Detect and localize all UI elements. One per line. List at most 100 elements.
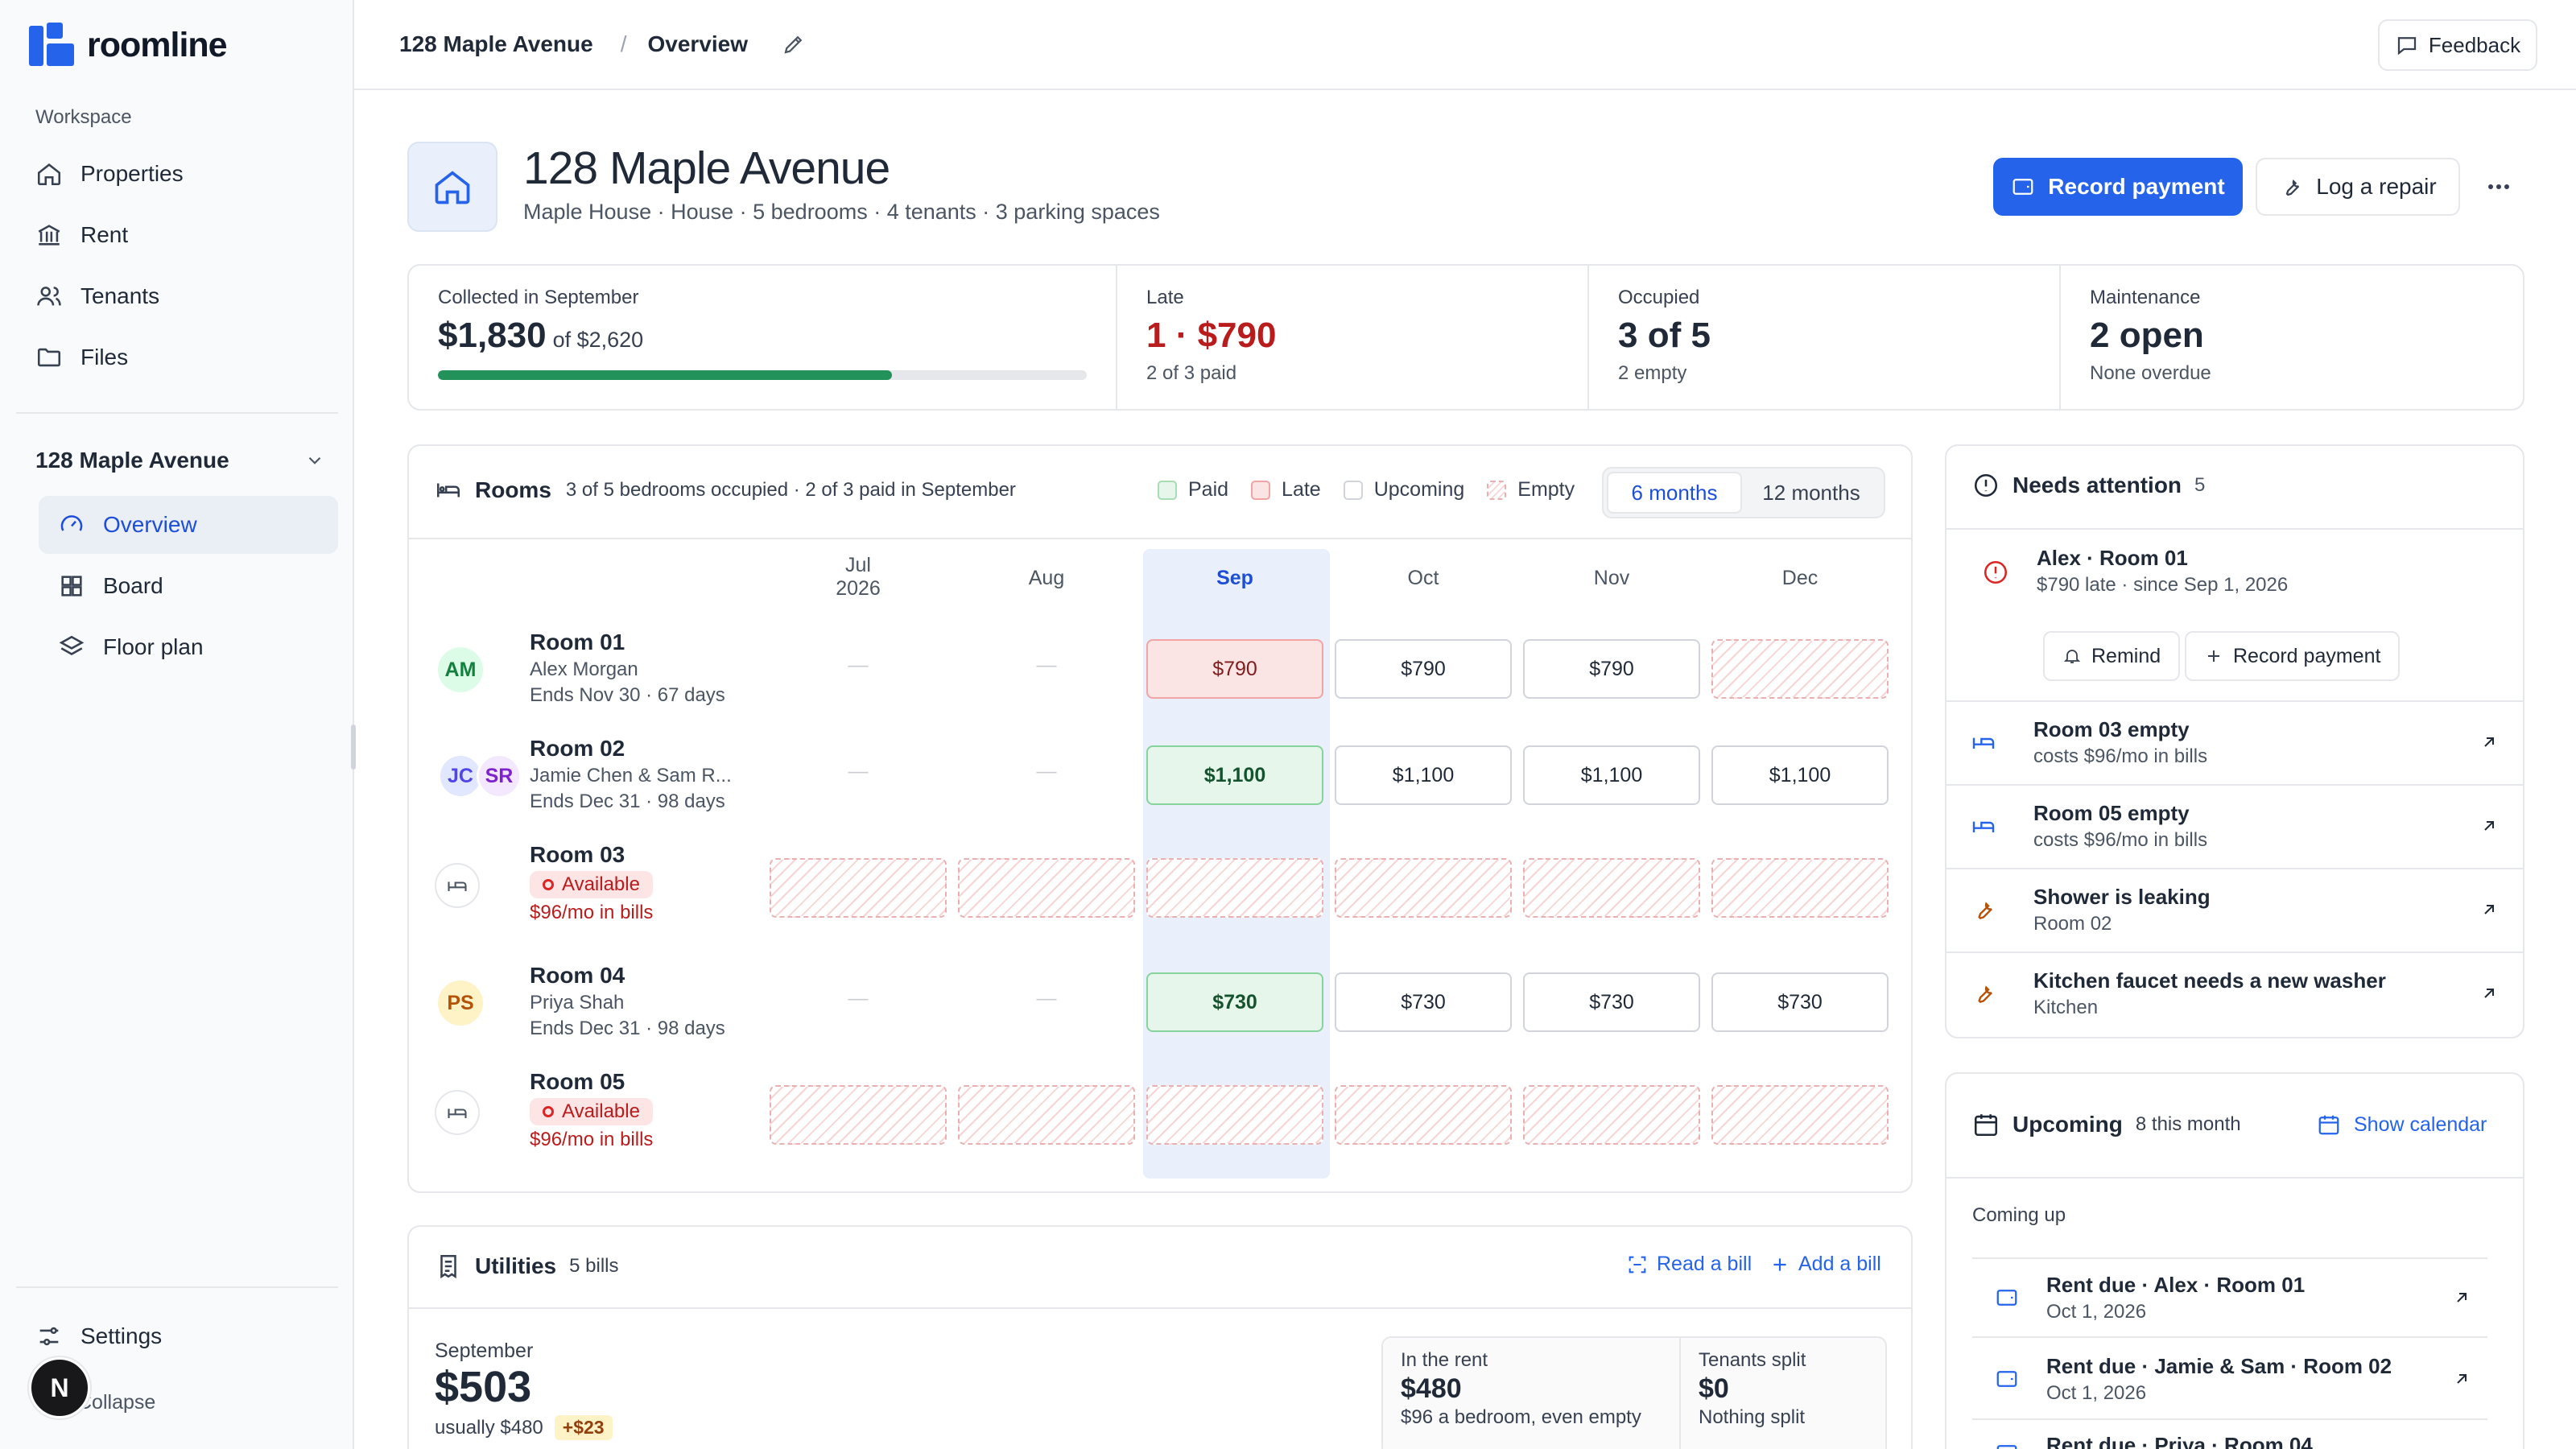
sidebar-item-tenants[interactable]: Tenants	[16, 267, 338, 325]
rent-cell-upcoming[interactable]: $1,100	[1335, 745, 1512, 805]
stats-card: Collected in September $1,830 of $2,620 …	[407, 264, 2524, 411]
usual-amount: usually $480	[435, 1416, 543, 1439]
coming-up-label: Coming up	[1972, 1204, 2066, 1226]
upcoming-item[interactable]: Rent due · Priya · Room 04	[1972, 1422, 2487, 1449]
late-rent-alert[interactable]: Alex · Room 01 $790 late · since Sep 1, …	[2037, 546, 2288, 597]
rent-cell-none: —	[1036, 760, 1057, 782]
breadcrumb-separator: /	[620, 31, 627, 56]
upcoming-item-title: Rent due · Priya · Room 04	[2046, 1433, 2313, 1449]
arrow-up-right-icon	[2457, 1293, 2467, 1302]
rent-cell-empty[interactable]	[1711, 639, 1889, 699]
log-repair-button[interactable]: Log a repair	[2256, 158, 2460, 216]
remind-label: Remind	[2091, 644, 2161, 667]
rent-cell-upcoming[interactable]: $1,100	[1711, 745, 1889, 805]
attention-sub: Kitchen	[2033, 996, 2099, 1018]
record-payment-button[interactable]: Record payment	[1993, 158, 2243, 216]
rent-cell-paid[interactable]: $730	[1146, 972, 1323, 1032]
rent-cell-upcoming[interactable]: $790	[1523, 639, 1700, 699]
rent-cell-upcoming[interactable]: $730	[1335, 972, 1512, 1032]
sidebar-divider	[16, 412, 338, 414]
property-switcher[interactable]: 128 Maple Avenue	[35, 448, 325, 473]
feedback-button[interactable]: Feedback	[2378, 19, 2537, 71]
rent-cell-paid[interactable]: $1,100	[1146, 745, 1323, 805]
sidebar-item-label: Properties	[80, 161, 184, 186]
wallet-icon	[1996, 1445, 2017, 1449]
arrow-up-right-icon	[2484, 989, 2494, 998]
bank-icon	[38, 225, 60, 246]
rent-cell-empty[interactable]	[770, 1085, 947, 1145]
room-info[interactable]: Room 02 Jamie Chen & Sam R... Ends Dec 3…	[530, 736, 732, 813]
read-bill-button[interactable]: Read a bill	[1626, 1253, 1752, 1276]
tenant-name: Jamie Chen & Sam R...	[530, 765, 732, 786]
room-info[interactable]: Room 05 Available $96/mo in bills	[530, 1069, 653, 1151]
rent-cell-empty[interactable]	[958, 858, 1135, 918]
sidebar-item-label: Rent	[80, 222, 129, 247]
available-badge: Available	[530, 1098, 653, 1125]
tab-12-months[interactable]: 12 months	[1742, 472, 1880, 514]
rent-cell-empty[interactable]	[1335, 858, 1512, 918]
rent-cell-upcoming[interactable]: $790	[1335, 639, 1512, 699]
sidebar-item-floor-plan[interactable]: Floor plan	[39, 618, 338, 676]
rent-cell-empty[interactable]	[958, 1085, 1135, 1145]
rent-cell-upcoming[interactable]: $730	[1711, 972, 1889, 1032]
breadcrumb-property[interactable]: 128 Maple Avenue	[399, 31, 593, 57]
room-info[interactable]: Room 01 Alex Morgan Ends Nov 30 · 67 day…	[530, 630, 725, 707]
room-info[interactable]: Room 03 Available $96/mo in bills	[530, 842, 653, 924]
remind-button[interactable]: Remind	[2043, 631, 2181, 681]
app-logo[interactable]: roomline	[29, 23, 228, 68]
sidebar-item-settings[interactable]: Settings	[16, 1307, 338, 1365]
empty-room-avatar	[435, 1090, 480, 1135]
stat-sub: 2 of 3 paid	[1146, 362, 1237, 384]
attention-item[interactable]: Shower is leaking Room 02	[1946, 868, 2523, 950]
rent-cell-empty[interactable]	[770, 858, 947, 918]
bed-icon	[436, 483, 460, 497]
room-info[interactable]: Room 04 Priya Shah Ends Dec 31 · 98 days	[530, 963, 725, 1040]
rent-cell-upcoming[interactable]: $730	[1523, 972, 1700, 1032]
rooms-title: Rooms	[475, 477, 551, 502]
sidebar-item-overview[interactable]: Overview	[39, 496, 338, 554]
attention-item[interactable]: Kitchen faucet needs a new washer Kitchen	[1946, 952, 2523, 1034]
pencil-icon[interactable]	[782, 32, 806, 56]
rent-cell-empty[interactable]	[1146, 858, 1323, 918]
sidebar-item-properties[interactable]: Properties	[16, 145, 338, 203]
arrow-up-right-icon	[2484, 821, 2494, 831]
attention-item[interactable]: Room 05 empty costs $96/mo in bills	[1946, 784, 2523, 866]
stat-late: Late 1 · $790 2 of 3 paid	[1117, 266, 1587, 407]
more-icon[interactable]	[2483, 174, 2515, 200]
utilities-comparison: usually $480 +$23	[435, 1415, 613, 1440]
attention-item[interactable]: Room 03 empty costs $96/mo in bills	[1946, 700, 2523, 782]
rent-cell-late[interactable]: $790	[1146, 639, 1323, 699]
top-bar: 128 Maple Avenue / Overview Feedback	[354, 0, 2576, 90]
chevron-down-icon	[308, 456, 321, 464]
month-header-oct: Oct	[1407, 567, 1439, 589]
plus-icon	[2208, 650, 2219, 662]
show-calendar-button[interactable]: Show calendar	[2317, 1113, 2487, 1137]
upcoming-item-date: Oct 1, 2026	[2046, 1300, 2147, 1323]
tab-6-months[interactable]: 6 months	[1607, 472, 1742, 514]
upcoming-item[interactable]: Rent due · Alex · Room 01 Oct 1, 2026	[1972, 1257, 2487, 1338]
user-avatar[interactable]: N	[29, 1357, 90, 1418]
sidebar-divider	[16, 1286, 338, 1288]
stat-label: Late	[1146, 287, 1184, 308]
room-name: Room 05	[530, 1069, 625, 1094]
breadcrumb-page: Overview	[647, 31, 749, 56]
bed-icon	[448, 881, 467, 891]
record-payment-small-button[interactable]: Record payment	[2185, 631, 2401, 681]
sidebar-resize-handle[interactable]	[351, 724, 356, 770]
upcoming-item[interactable]: Rent due · Jamie & Sam · Room 02 Oct 1, 2…	[1972, 1340, 2487, 1420]
rent-cell-empty[interactable]	[1711, 1085, 1889, 1145]
sidebar-item-board[interactable]: Board	[39, 557, 338, 615]
upcoming-card: Upcoming 8 this month Show calendar Comi…	[1945, 1072, 2524, 1449]
add-bill-button[interactable]: Add a bill	[1769, 1253, 1881, 1276]
rent-cell-upcoming[interactable]: $1,100	[1523, 745, 1700, 805]
rent-cell-empty[interactable]	[1335, 1085, 1512, 1145]
rent-cell-empty[interactable]	[1146, 1085, 1323, 1145]
lease-end: Ends Dec 31 · 98 days	[530, 1018, 725, 1039]
wrench-icon	[1978, 985, 1992, 1004]
rent-cell-empty[interactable]	[1523, 858, 1700, 918]
sidebar-item-files[interactable]: Files	[16, 328, 338, 386]
attention-title: Shower is leaking	[2033, 884, 2211, 909]
sidebar-item-rent[interactable]: Rent	[16, 206, 338, 264]
rent-cell-empty[interactable]	[1711, 858, 1889, 918]
rent-cell-empty[interactable]	[1523, 1085, 1700, 1145]
